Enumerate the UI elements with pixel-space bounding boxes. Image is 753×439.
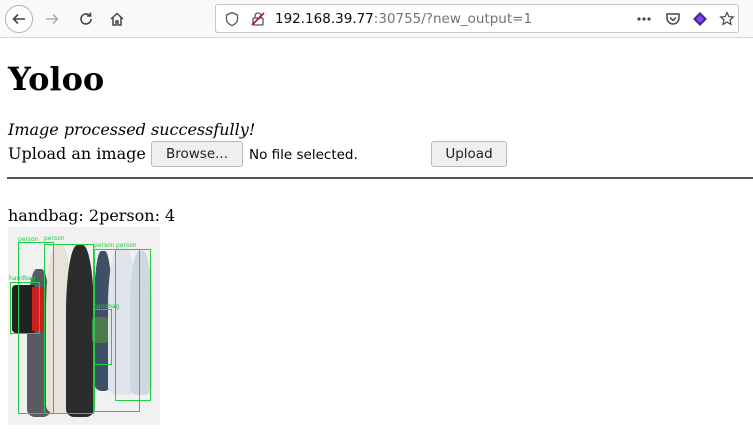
browser-toolbar: 192.168.39.77:30755/?new_output=1 (0, 0, 753, 38)
upload-button[interactable]: Upload (431, 141, 507, 167)
url-path: :30755/?new_output=1 (373, 11, 533, 27)
person-label-2: person (44, 235, 65, 242)
back-arrow-icon (12, 13, 25, 25)
info-icon[interactable] (224, 11, 240, 27)
page-title: Yoloo (8, 60, 105, 98)
status-message: Image processed successfully! (8, 120, 256, 139)
browse-button[interactable]: Browse... (151, 141, 243, 167)
reload-icon (80, 12, 92, 25)
address-bar[interactable]: 192.168.39.77:30755/?new_output=1 (215, 4, 739, 33)
divider (7, 177, 753, 179)
extension-icon[interactable] (692, 11, 708, 27)
person-label-1: person (18, 236, 39, 243)
insecure-lock-icon[interactable] (250, 11, 266, 27)
upload-label: Upload an image (8, 144, 146, 163)
person-box-2 (44, 244, 94, 414)
person-label-3: person (94, 242, 115, 249)
back-button[interactable] (5, 5, 33, 33)
url-host: 192.168.39.77 (275, 11, 374, 27)
pocket-icon[interactable] (665, 11, 681, 27)
no-file-text: No file selected. (249, 147, 358, 163)
detection-counts: handbag: 2person: 4 (8, 206, 176, 225)
person-box-4 (115, 249, 151, 401)
home-icon (110, 12, 124, 26)
reload-button[interactable] (72, 5, 100, 33)
forward-button[interactable] (38, 5, 66, 33)
page-content: Yoloo Image processed successfully! Uplo… (0, 38, 753, 439)
forward-arrow-icon (46, 13, 59, 25)
url-text[interactable]: 192.168.39.77:30755/?new_output=1 (275, 11, 532, 27)
home-button[interactable] (103, 5, 131, 33)
handbag-label-1: handbag (9, 275, 36, 282)
handbag-label-2: handbag (93, 303, 120, 310)
more-dots-icon[interactable] (636, 11, 652, 27)
detection-result-image: handbag person person handbag person per… (8, 227, 160, 425)
bookmark-star-icon[interactable] (719, 11, 735, 27)
person-label-4: person (116, 242, 137, 249)
